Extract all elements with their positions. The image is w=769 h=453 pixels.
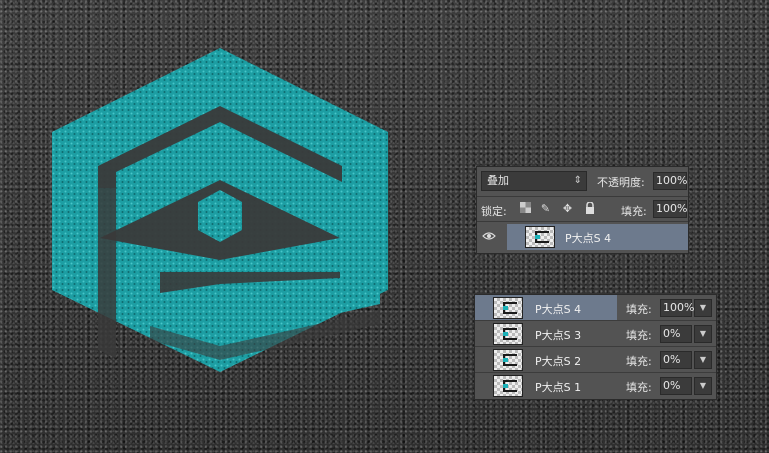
teal-hexagon-logo	[52, 48, 388, 372]
layer-row[interactable]: P大点S 2 填充: 0% ▼	[475, 347, 716, 373]
divider	[477, 196, 688, 197]
updown-arrow-icon: ⇕	[573, 175, 582, 186]
move-lock-icon[interactable]: ✥	[561, 202, 574, 215]
layer-options-panel: 叠加 ⇕ 不透明度: 100% 锁定: ✎ ✥ 填充: 100% P大点S 4	[476, 166, 689, 254]
layer-row[interactable]: P大点S 3 填充: 0% ▼	[475, 321, 716, 347]
fill-label: 填充:	[621, 205, 647, 218]
layer-thumbnail	[493, 323, 523, 345]
fill-label: 填充:	[626, 329, 652, 342]
chevron-down-icon[interactable]: ▼	[694, 351, 712, 369]
fill-input[interactable]: 100%	[653, 200, 687, 218]
layer-name: P大点S 1	[535, 381, 582, 394]
chevron-down-icon[interactable]: ▼	[694, 299, 712, 317]
divider	[477, 221, 688, 222]
layer-name: P大点S 3	[535, 329, 582, 342]
layer-row[interactable]: P大点S 1 填充: 0% ▼	[475, 373, 716, 399]
layer-name: P大点S 2	[535, 355, 582, 368]
chevron-down-icon[interactable]: ▼	[694, 377, 712, 395]
checker-lock-icon[interactable]	[519, 202, 532, 215]
opacity-input[interactable]: 100%	[653, 172, 687, 190]
layer-thumbnail	[525, 226, 555, 248]
active-layer-name: P大点S 4	[565, 232, 612, 245]
layer-name: P大点S 4	[535, 303, 582, 316]
brush-lock-icon[interactable]: ✎	[539, 202, 552, 215]
layer-row[interactable]: P大点S 4 填充: 100% ▼	[475, 295, 716, 321]
fill-input[interactable]: 0%	[660, 325, 692, 343]
opacity-label: 不透明度:	[597, 176, 645, 189]
active-layer-selection: P大点S 4	[507, 224, 688, 250]
fill-input[interactable]: 100%	[660, 299, 694, 317]
fill-input[interactable]: 0%	[660, 351, 692, 369]
fill-label: 填充:	[626, 303, 652, 316]
layer-list-panel: P大点S 4 填充: 100% ▼ P大点S 3 填充: 0% ▼ P大点S 2…	[474, 294, 717, 400]
lock-label: 锁定:	[481, 205, 507, 218]
padlock-icon[interactable]	[583, 201, 596, 215]
layer-thumbnail	[493, 375, 523, 397]
chevron-down-icon[interactable]: ▼	[694, 325, 712, 343]
eye-icon[interactable]	[481, 230, 497, 244]
blend-mode-value: 叠加	[487, 174, 509, 187]
blend-mode-select[interactable]: 叠加 ⇕	[481, 171, 587, 191]
active-layer-row[interactable]: P大点S 4	[477, 224, 688, 250]
fill-input[interactable]: 0%	[660, 377, 692, 395]
fill-label: 填充:	[626, 355, 652, 368]
layer-thumbnail	[493, 349, 523, 371]
layer-thumbnail	[493, 297, 523, 319]
fill-label: 填充:	[626, 381, 652, 394]
